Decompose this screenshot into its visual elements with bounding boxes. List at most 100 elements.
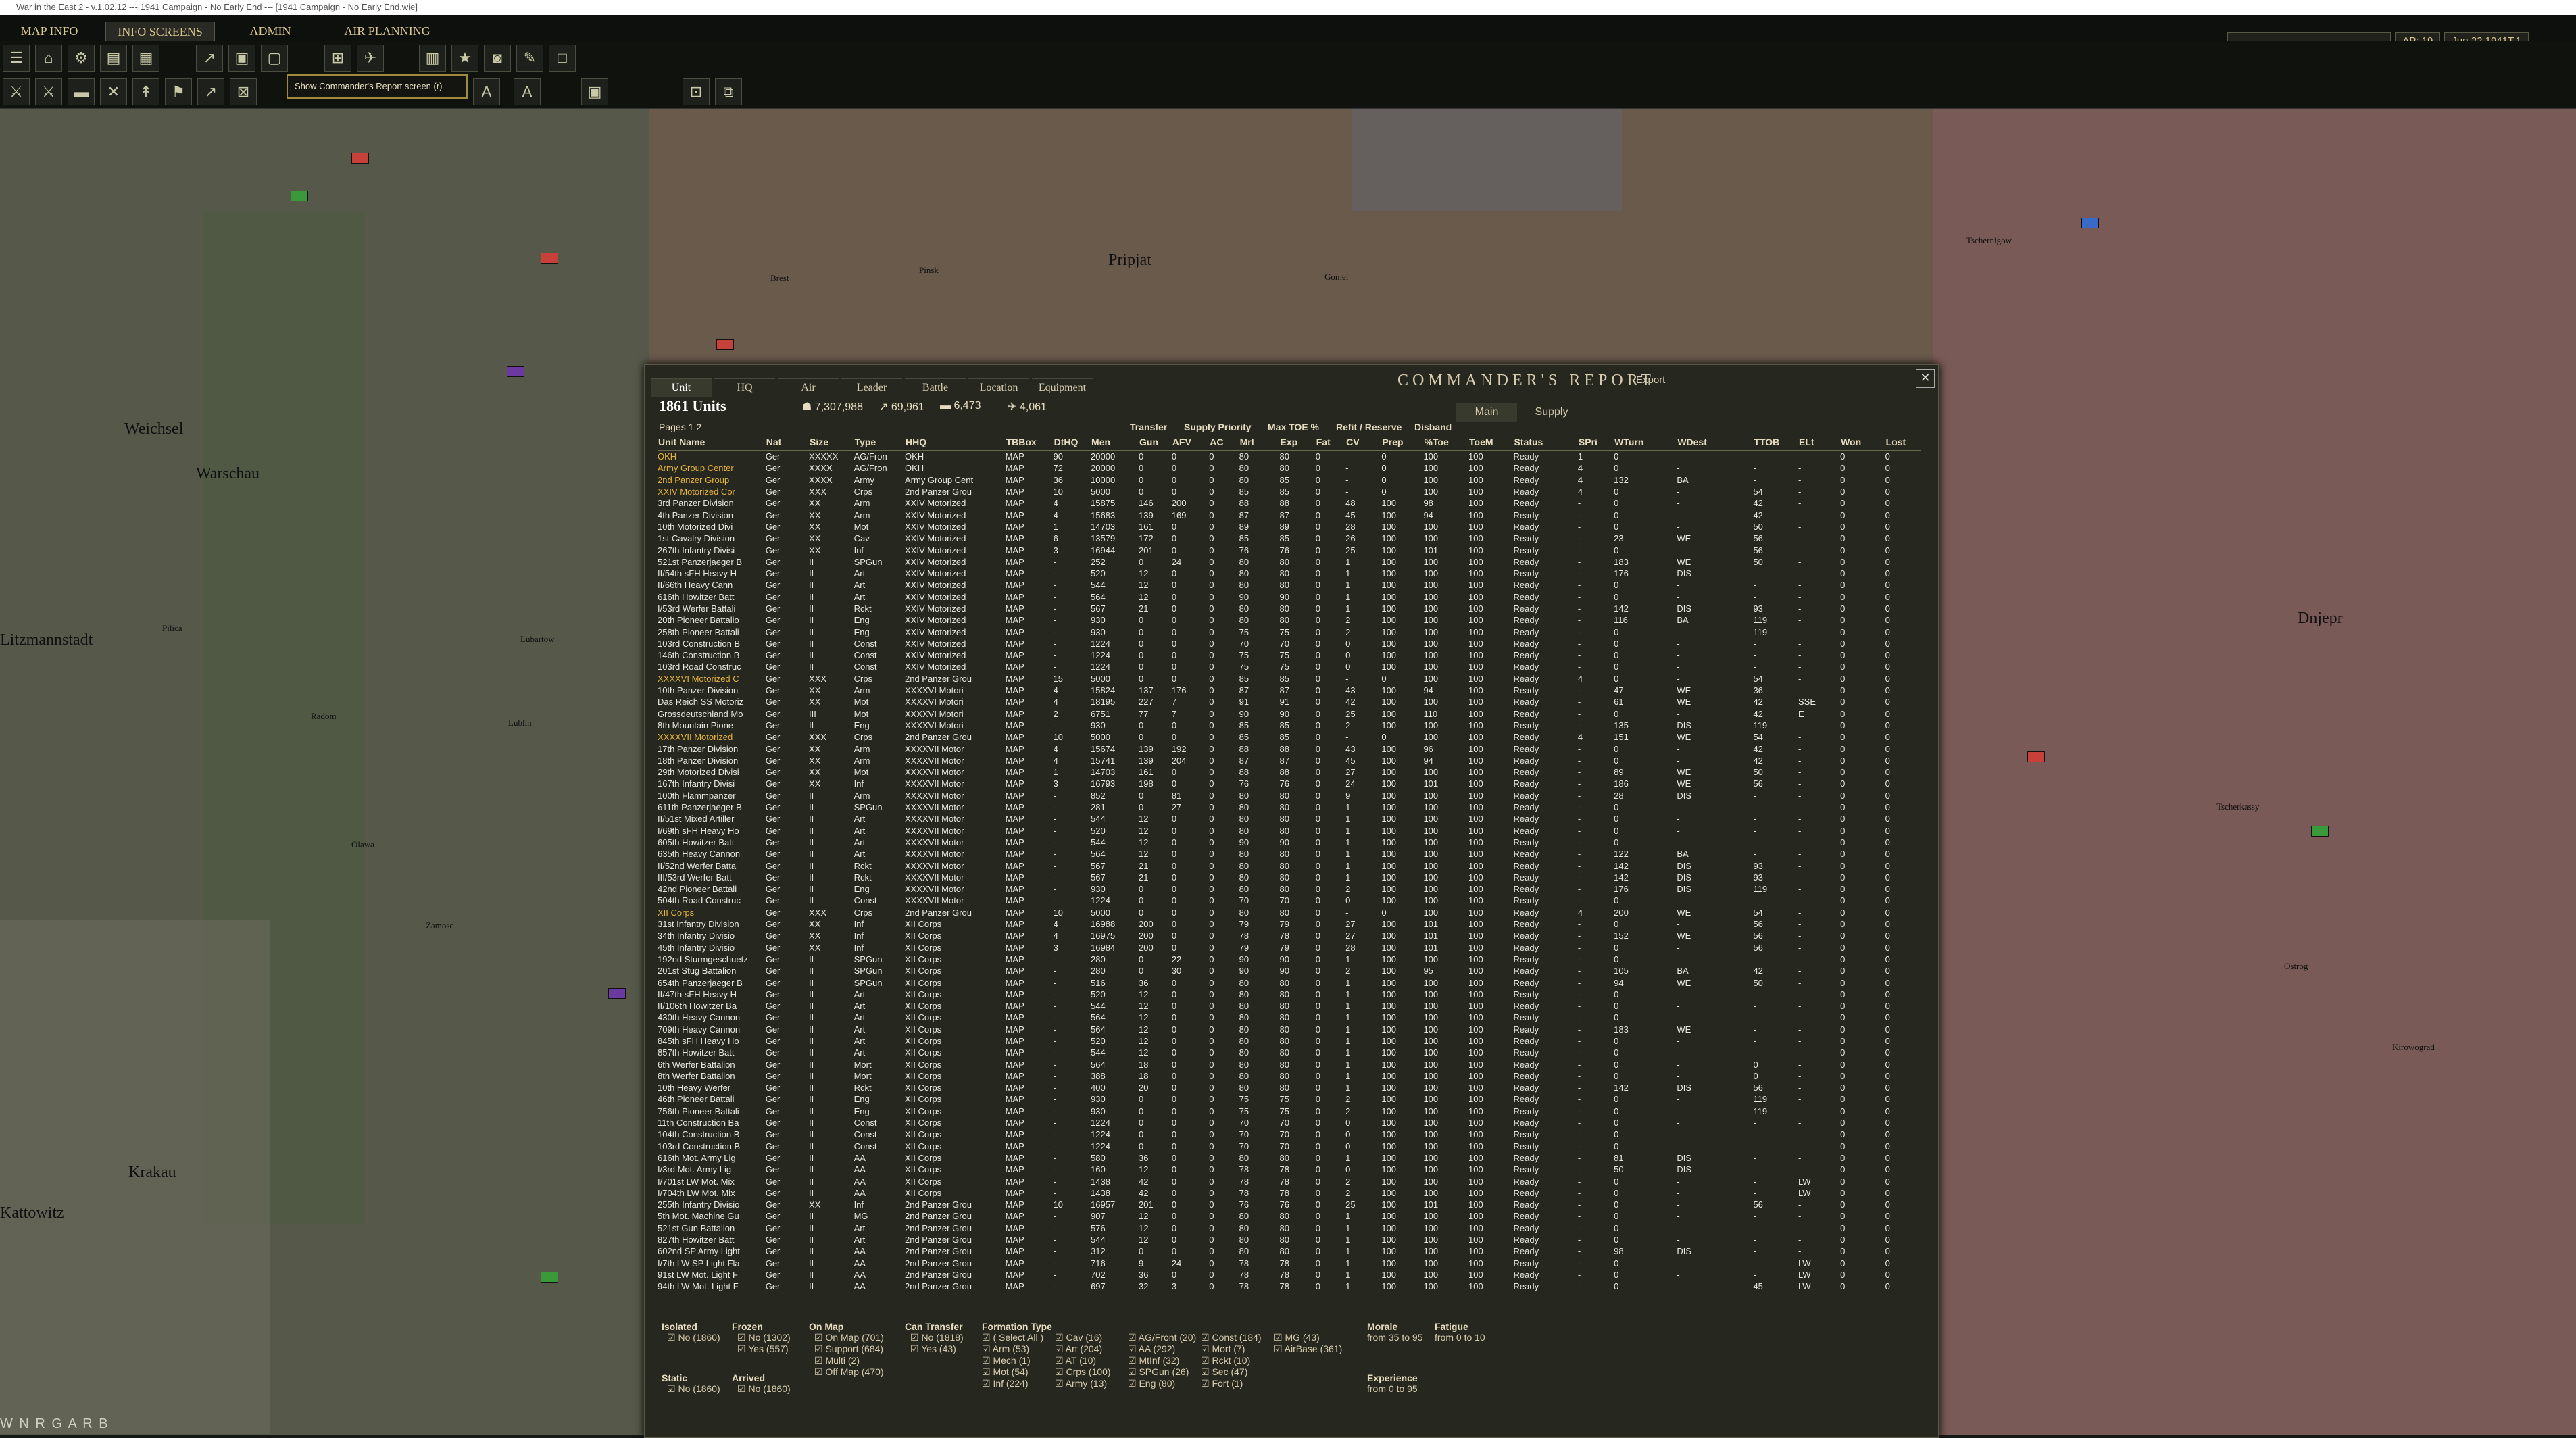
column-header[interactable]: AC xyxy=(1209,434,1239,451)
unit-name-cell[interactable]: 605th Howitzer Batt xyxy=(658,837,766,848)
column-header[interactable]: Unit Name xyxy=(658,434,766,451)
column-header[interactable]: Exp xyxy=(1279,434,1316,451)
table-row[interactable]: 616th Mot. Army Lig Ger II AA XII Corps MAP -5… xyxy=(658,1152,1921,1164)
table-row[interactable]: 103rd Construction B Ger II Const XII Corps M… xyxy=(658,1141,1921,1152)
table-row[interactable]: 504th Road Construc Ger II Const XXXXVII Mot… xyxy=(658,895,1921,906)
filter-checkbox[interactable]: ☑ Off Map (470) xyxy=(814,1366,884,1378)
column-header[interactable]: ELt xyxy=(1798,434,1841,451)
tab-hq[interactable]: HQ xyxy=(714,378,775,397)
filter-checkbox[interactable]: ☑ Mort (7) xyxy=(1201,1343,1274,1355)
table-row[interactable]: 100th Flammpanzer Ger II Arm XXXXVII Motor MA… xyxy=(658,790,1921,801)
column-header[interactable]: Gun xyxy=(1139,434,1172,451)
unit-name-cell[interactable]: I/704th LW Mot. Mix xyxy=(658,1187,766,1199)
unit-name-cell[interactable]: 6th Werfer Battalion xyxy=(658,1058,766,1070)
unit-name-cell[interactable]: 521st Panzerjaeger B xyxy=(658,556,766,568)
unit-name-cell[interactable]: XXXXVI Motorized C xyxy=(658,673,766,685)
table-row[interactable]: 20th Pioneer Battalio Ger II Eng XXIV Motori… xyxy=(658,614,1921,626)
unit-name-cell[interactable]: OKH xyxy=(658,451,766,463)
unit-name-cell[interactable]: I/53rd Werfer Battali xyxy=(658,603,766,614)
table-row[interactable]: 4th Panzer Division Ger XX Arm XXIV Motorize… xyxy=(658,509,1921,520)
unit-counter[interactable] xyxy=(2311,826,2329,837)
column-header[interactable]: Prep xyxy=(1381,434,1424,451)
table-row[interactable]: 430th Heavy Cannon Ger II Art XII Corps MAP -5… xyxy=(658,1012,1921,1023)
camera-icon[interactable]: ◙ xyxy=(484,45,511,72)
unit-name-cell[interactable]: 8th Werfer Battalion xyxy=(658,1070,766,1082)
filter-checkbox[interactable]: ☑ On Map (701) xyxy=(814,1332,884,1343)
table-row[interactable]: 635th Heavy Cannon Ger II Art XXXXVII Motor M… xyxy=(658,848,1921,860)
unit-name-cell[interactable]: II/106th Howitzer Ba xyxy=(658,1000,766,1012)
table-row[interactable]: 45th Infantry Divisio Ger XX Inf XII Corps MA… xyxy=(658,941,1921,953)
unit-name-cell[interactable]: 267th Infantry Divisi xyxy=(658,544,766,555)
table-row[interactable]: I/704th LW Mot. Mix Ger II AA XII Corps MAP -1… xyxy=(658,1187,1921,1199)
unit-name-cell[interactable]: 46th Pioneer Battali xyxy=(658,1093,766,1105)
unit-name-cell[interactable]: 3rd Panzer Division xyxy=(658,497,766,509)
export-button[interactable]: Export xyxy=(1636,374,1665,386)
filter-checkbox[interactable]: ☑ Crps (100) xyxy=(1055,1366,1128,1378)
tab-unit[interactable]: Unit xyxy=(651,378,712,397)
column-header[interactable]: Men xyxy=(1091,434,1139,451)
window-icon[interactable]: ⧉ xyxy=(715,78,742,105)
artillery-icon[interactable]: ↟ xyxy=(132,78,159,105)
table-row[interactable]: Das Reich SS Motoriz Ger XX Mot XXXXVI Motor… xyxy=(658,696,1921,708)
unit-name-cell[interactable]: 103rd Road Construc xyxy=(658,661,766,672)
table-row[interactable]: 17th Panzer Division Ger XX Arm XXXXVII Moto… xyxy=(658,743,1921,754)
filter-checkbox[interactable]: ☑ No (1302) xyxy=(737,1332,791,1343)
filter-checkbox[interactable]: ☑ AA (292) xyxy=(1128,1343,1201,1355)
unit-name-cell[interactable]: 34th Infantry Divisio xyxy=(658,930,766,941)
menu-tab-admin[interactable]: ADMIN xyxy=(230,22,311,41)
unit-name-cell[interactable]: 192nd Sturmgeschuetz xyxy=(658,953,766,965)
filter-checkbox[interactable]: ☑ AirBase (361) xyxy=(1274,1343,1347,1355)
unit-name-cell[interactable]: 11th Construction Ba xyxy=(658,1117,766,1129)
filter-checkbox[interactable]: ☑ No (1860) xyxy=(667,1332,720,1343)
table-row[interactable]: 103rd Construction B Ger II Const XXIV Motor… xyxy=(658,638,1921,649)
unit-name-cell[interactable]: 616th Mot. Army Lig xyxy=(658,1152,766,1164)
filter-checkbox[interactable]: ☑ No (1818) xyxy=(910,1332,964,1343)
column-header[interactable]: Lost xyxy=(1885,434,1921,451)
table-row[interactable]: 8th Mountain Pione Ger II Eng XXXXVI Motori M… xyxy=(658,720,1921,731)
unit-name-cell[interactable]: 100th Flammpanzer xyxy=(658,790,766,801)
cross-icon[interactable]: ✕ xyxy=(100,78,127,105)
unit-name-cell[interactable]: 521st Gun Battalion xyxy=(658,1222,766,1234)
unit-name-cell[interactable]: Das Reich SS Motoriz xyxy=(658,696,766,708)
filter-checkbox[interactable]: ☑ Const (184) xyxy=(1201,1332,1274,1343)
unit-name-cell[interactable]: I/3rd Mot. Army Lig xyxy=(658,1164,766,1175)
table-row[interactable]: 18th Panzer Division Ger XX Arm XXXXVII Moto… xyxy=(658,755,1921,766)
table-row[interactable]: I/3rd Mot. Army Lig Ger II AA XII Corps MAP -1… xyxy=(658,1164,1921,1175)
unit-name-cell[interactable]: 167th Infantry Divisi xyxy=(658,778,766,789)
filter-checkbox[interactable]: ☑ Yes (557) xyxy=(737,1343,791,1355)
table-row[interactable]: 3rd Panzer Division Ger XX Arm XXIV Motorize… xyxy=(658,497,1921,509)
table-row[interactable]: 201st Stug Battalion Ger II SPGun XII Corps M… xyxy=(658,965,1921,976)
morale-range[interactable]: from 35 to 95 xyxy=(1367,1332,1423,1343)
unit-name-cell[interactable]: 709th Heavy Cannon xyxy=(658,1024,766,1035)
fatigue-range[interactable]: from 0 to 10 xyxy=(1435,1332,1485,1343)
menu-tab-map-info[interactable]: MAP INFO xyxy=(5,22,93,41)
filter-checkbox[interactable]: ☑ Eng (80) xyxy=(1128,1378,1201,1389)
unit-name-cell[interactable]: 2nd Panzer Group xyxy=(658,474,766,486)
unit-name-cell[interactable]: 635th Heavy Cannon xyxy=(658,848,766,860)
column-header[interactable]: Won xyxy=(1840,434,1885,451)
unit-name-cell[interactable]: 258th Pioneer Battali xyxy=(658,626,766,637)
unit-name-cell[interactable]: 91st LW Mot. Light F xyxy=(658,1269,766,1281)
filter-checkbox[interactable]: ☑ MtInf (32) xyxy=(1128,1355,1201,1366)
unit-name-cell[interactable]: 1st Cavalry Division xyxy=(658,532,766,544)
unit-name-cell[interactable]: 103rd Construction B xyxy=(658,638,766,649)
unit-name-cell[interactable]: II/52nd Werfer Batta xyxy=(658,860,766,871)
filter-checkbox[interactable]: ☑ Rckt (10) xyxy=(1201,1355,1274,1366)
box-icon[interactable]: ▢ xyxy=(261,45,288,72)
table-row[interactable]: 857th Howitzer Batt Ger II Art XII Corps MAP -… xyxy=(658,1047,1921,1058)
table-row[interactable]: 611th Panzerjaeger B Ger II SPGun XXXXVII Mo… xyxy=(658,801,1921,813)
unit-name-cell[interactable]: XXXXVII Motorized xyxy=(658,731,766,743)
table-row[interactable]: 602nd SP Army Light Ger II AA 2nd Panzer Gro… xyxy=(658,1245,1921,1257)
table-row[interactable]: 756th Pioneer Battali Ger II Eng XII Corps MA… xyxy=(658,1106,1921,1117)
table-row[interactable]: 6th Werfer Battalion Ger II Mort XII Corps MA… xyxy=(658,1058,1921,1070)
filter-checkbox[interactable]: ☑ MG (43) xyxy=(1274,1332,1347,1343)
column-header[interactable]: TBBox xyxy=(1005,434,1054,451)
column-header[interactable]: Type xyxy=(853,434,905,451)
gear-icon[interactable]: ⚙ xyxy=(68,45,95,72)
table-row[interactable]: 91st LW Mot. Light F Ger II AA 2nd Panzer Gr… xyxy=(658,1269,1921,1281)
unit-counter[interactable] xyxy=(2027,751,2045,762)
column-header[interactable]: %Toe xyxy=(1423,434,1468,451)
table-row[interactable]: 8th Werfer Battalion Ger II Mort XII Corps MA… xyxy=(658,1070,1921,1082)
unit-counter[interactable] xyxy=(716,339,734,350)
table-row[interactable]: 167th Infantry Divisi Ger XX Inf XXXXVII Mot… xyxy=(658,778,1921,789)
